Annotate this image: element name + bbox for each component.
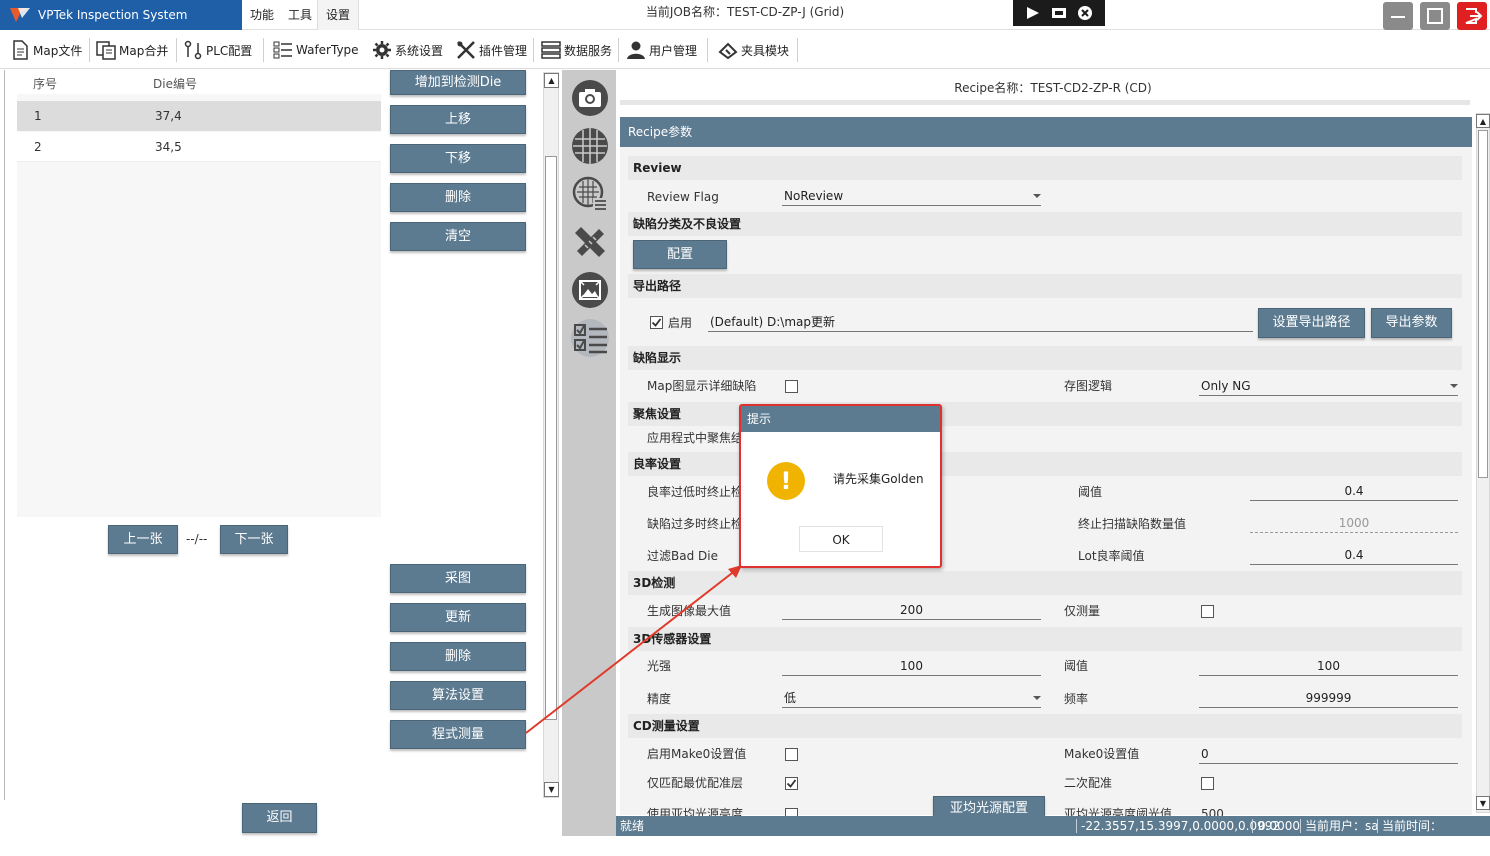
dialog-message: 请先采集Golden	[833, 472, 924, 486]
dialog-title: 提示	[741, 406, 940, 432]
ok-button[interactable]: OK	[799, 526, 883, 552]
prompt-dialog: 提示 ! 请先采集Golden OK	[739, 404, 942, 568]
warning-icon: !	[767, 462, 805, 500]
